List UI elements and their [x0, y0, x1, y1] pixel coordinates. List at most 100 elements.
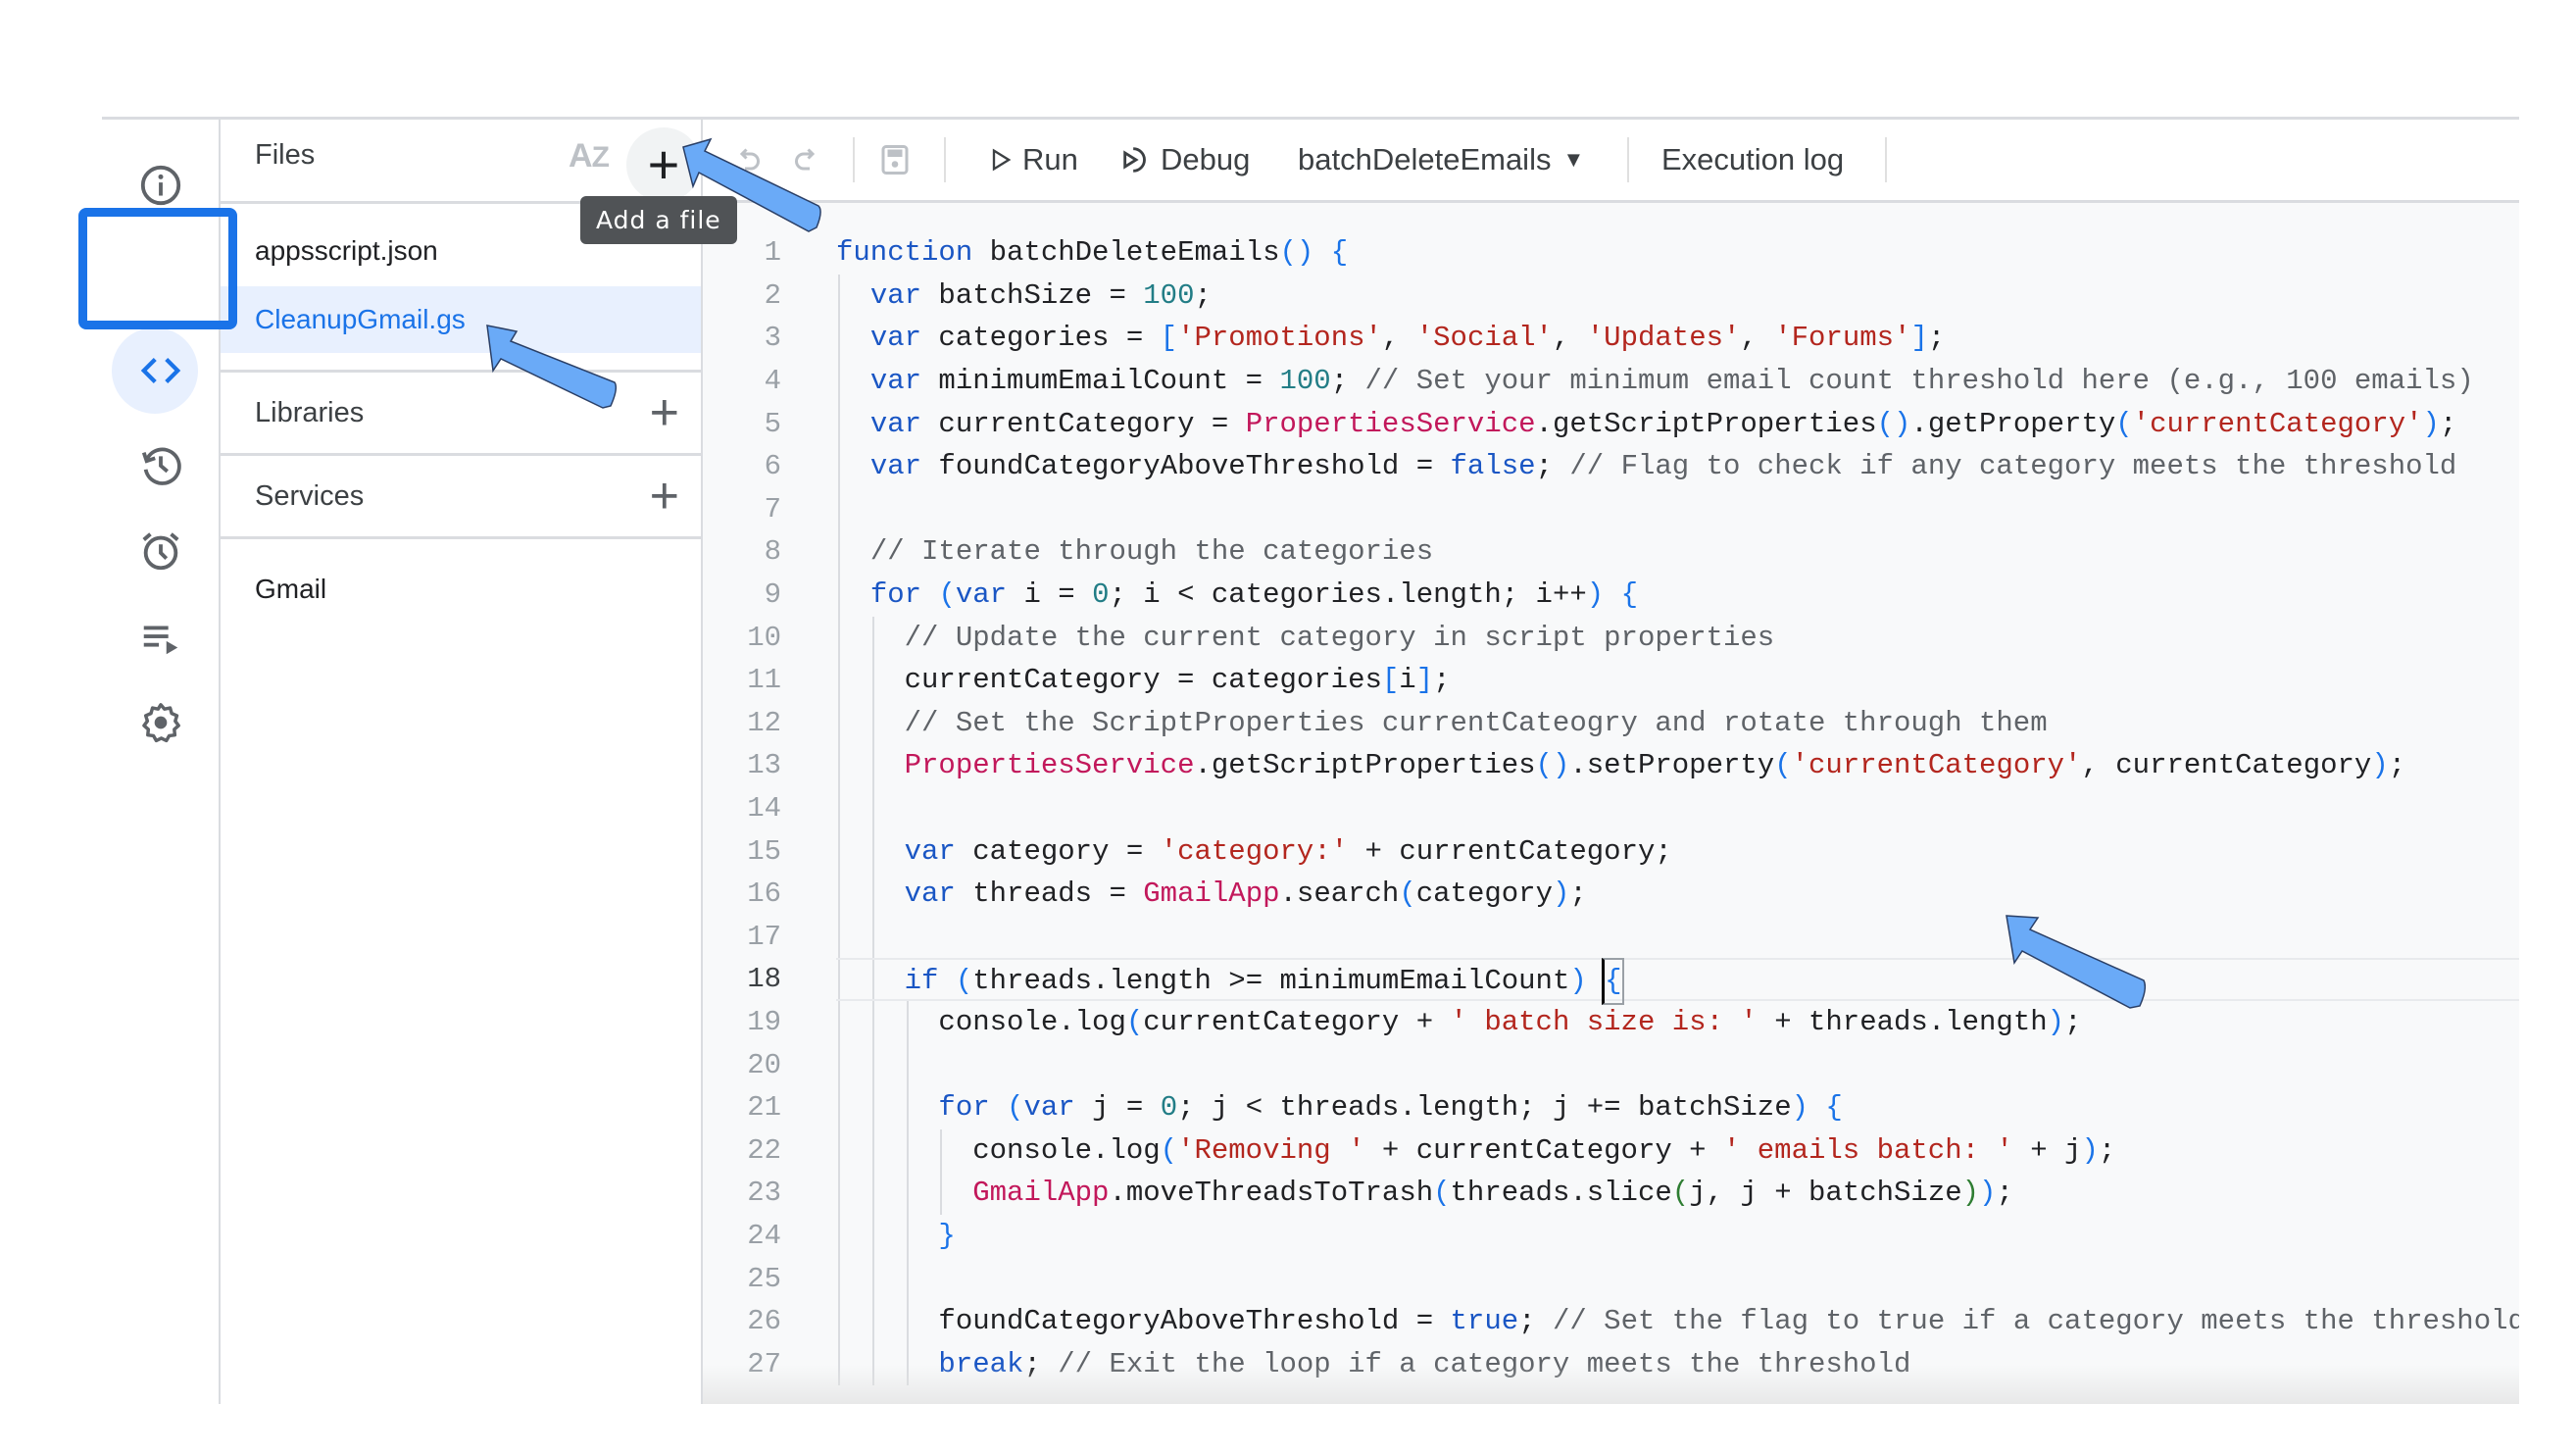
code-text: var foundCategoryAboveThreshold = false;… — [869, 450, 2457, 483]
code-text: var category = 'category:' + currentCate… — [904, 834, 1672, 868]
gear-icon — [142, 703, 180, 743]
line-number: 4 — [764, 365, 781, 397]
code-line: 8 // Iterate through the categories — [703, 530, 2519, 574]
code-editor[interactable]: 1 function batchDeleteEmails() {2 var bat… — [703, 203, 2519, 1404]
sort-az-icon[interactable]: AZ — [569, 137, 610, 175]
execution-log-button[interactable]: Execution log — [1661, 120, 1844, 200]
line-number: 12 — [747, 706, 781, 739]
services-divider — [221, 536, 701, 539]
code-text: var categories = ['Promotions', 'Social'… — [869, 322, 1946, 355]
code-text: var threads = GmailApp.search(category); — [904, 877, 1587, 911]
code-line: 6 var foundCategoryAboveThreshold = fals… — [703, 445, 2519, 488]
code-line: 2 var batchSize = 100; — [703, 275, 2519, 318]
run-label: Run — [1022, 142, 1078, 176]
code-line: 5 var currentCategory = PropertiesServic… — [703, 403, 2519, 446]
libraries-label: Libraries — [255, 396, 365, 428]
line-number: 8 — [764, 535, 781, 569]
code-line: 12 // Set the ScriptProperties currentCa… — [703, 702, 2519, 745]
execution-log-label: Execution log — [1661, 142, 1845, 176]
line-number: 26 — [747, 1305, 781, 1338]
code-text: var currentCategory = PropertiesService.… — [869, 407, 2457, 440]
function-select-value: batchDeleteEmails — [1298, 142, 1552, 176]
code-text: if (threads.length >= minimumEmailCount)… — [836, 958, 1624, 1005]
code-text: GmailApp.moveThreadsToTrash(threads.slic… — [972, 1177, 2013, 1210]
code-text: } — [938, 1220, 956, 1252]
code-text: console.log('Removing ' + currentCategor… — [836, 1133, 2116, 1167]
code-text: var minimumEmailCount = 100; // Set your… — [869, 365, 2474, 397]
rail-item-executions[interactable] — [131, 608, 190, 667]
code-line: 19 console.log(currentCategory + ' batch… — [703, 1001, 2519, 1044]
rail-item-overview[interactable] — [131, 156, 190, 215]
code-line: 7 — [703, 488, 2519, 531]
code-text: var batchSize = 100; — [869, 278, 1212, 312]
code-line: 24 } — [703, 1215, 2519, 1258]
code-line: 22 console.log('Removing ' + currentCate… — [703, 1129, 2519, 1173]
line-number: 13 — [747, 749, 781, 782]
file-item-cleanupgmail[interactable]: CleanupGmail.gs — [221, 286, 701, 353]
line-number: 3 — [764, 322, 781, 355]
code-line: 26 foundCategoryAboveThreshold = true; /… — [703, 1300, 2519, 1343]
line-number: 15 — [747, 834, 781, 868]
code-text: for (var j = 0; j < threads.length; j +=… — [938, 1091, 1843, 1125]
service-name: Gmail — [255, 574, 327, 604]
add-library-button[interactable]: + — [650, 387, 679, 438]
rail-item-history[interactable] — [131, 436, 190, 495]
line-number: 22 — [747, 1133, 781, 1167]
debug-button[interactable]: Debug — [1119, 120, 1250, 200]
line-number: 23 — [747, 1177, 781, 1210]
code-text: function batchDeleteEmails() { — [836, 236, 1349, 270]
save-button[interactable] — [877, 120, 913, 200]
executions-list-icon — [143, 626, 178, 655]
arrow-to-add-file — [682, 137, 821, 232]
rail-item-editor[interactable] — [131, 341, 190, 400]
file-name: CleanupGmail.gs — [255, 304, 466, 334]
dropdown-arrow-icon: ▼ — [1562, 147, 1585, 172]
code-line: 23 GmailApp.moveThreadsToTrash(threads.s… — [703, 1172, 2519, 1215]
code-line: 25 — [703, 1258, 2519, 1301]
service-item-gmail[interactable]: Gmail — [221, 556, 701, 623]
line-number: 21 — [747, 1091, 781, 1125]
code-text: for (var i = 0; i < categories.length; i… — [869, 578, 1638, 611]
code-line: 17 — [703, 916, 2519, 959]
code-line: 14 — [703, 787, 2519, 830]
line-number: 11 — [747, 664, 781, 697]
line-number: 17 — [747, 920, 781, 953]
code-line: 16 var threads = GmailApp.search(categor… — [703, 873, 2519, 916]
code-text: PropertiesService.getScriptProperties().… — [904, 749, 2406, 782]
line-number: 7 — [764, 492, 781, 526]
line-number: 20 — [747, 1048, 781, 1081]
code-line: 13 PropertiesService.getScriptProperties… — [703, 744, 2519, 787]
editor-bottom-fade — [703, 1365, 2519, 1404]
code-text: console.log(currentCategory + ' batch si… — [836, 1006, 2082, 1038]
files-title: Files — [255, 139, 316, 171]
code-line: 15 var category = 'category:' + currentC… — [703, 830, 2519, 874]
rail-item-settings[interactable] — [131, 693, 190, 752]
alarm-clock-icon — [142, 532, 179, 571]
debug-label: Debug — [1161, 142, 1251, 176]
arrow-to-code — [2006, 915, 2147, 1009]
save-icon — [881, 145, 909, 175]
editor-toolbar: Run Debug batchDeleteEmails ▼ Execution … — [703, 120, 2519, 200]
services-label: Services — [255, 479, 365, 512]
libraries-section: Libraries + — [221, 373, 701, 453]
code-text: // Iterate through the categories — [869, 535, 1434, 569]
info-icon — [140, 165, 181, 206]
code-line: 4 var minimumEmailCount = 100; // Set yo… — [703, 360, 2519, 403]
files-panel: Files AZ + appsscript.json CleanupGmail.… — [221, 120, 701, 1404]
toolbar-separator — [853, 137, 855, 182]
code-text: foundCategoryAboveThreshold = true; // S… — [836, 1305, 2519, 1338]
debug-icon — [1123, 147, 1146, 173]
function-select[interactable]: batchDeleteEmails ▼ — [1298, 120, 1584, 200]
line-number: 6 — [764, 450, 781, 483]
line-number: 14 — [747, 792, 781, 825]
run-button[interactable]: Run — [987, 120, 1078, 200]
services-section: Services + — [221, 456, 701, 536]
add-service-button[interactable]: + — [650, 471, 679, 522]
rail-item-triggers[interactable] — [131, 522, 190, 580]
code-line: 10 // Update the current category in scr… — [703, 617, 2519, 660]
code-text: // Set the ScriptProperties currentCateo… — [904, 706, 2048, 739]
plus-icon: + — [647, 133, 680, 195]
code-line: 21 for (var j = 0; j < threads.length; j… — [703, 1086, 2519, 1129]
arrow-to-cleanupgmail-file — [486, 325, 618, 409]
toolbar-separator — [1627, 137, 1629, 182]
